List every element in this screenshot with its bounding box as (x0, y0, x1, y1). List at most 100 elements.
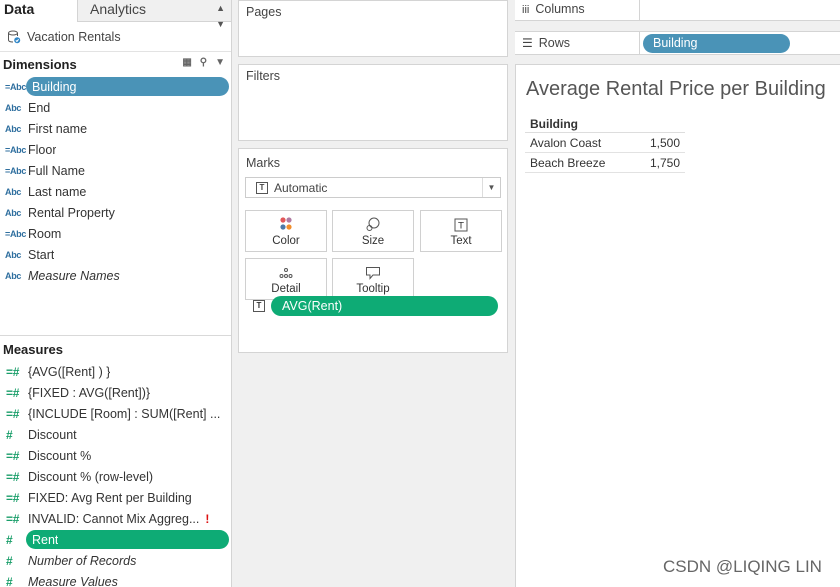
rows-shelf: ☰ Rows Building (515, 31, 840, 55)
chevron-down-icon[interactable]: ▼ (482, 178, 500, 197)
dimension-floor[interactable]: =Abc Floor (0, 139, 231, 160)
watermark: CSDN @LIQING LIN (663, 557, 822, 576)
string-type-icon: =Abc (5, 81, 27, 92)
dimensions-tools: ▦ ⚲ ▼ (182, 57, 225, 68)
field-label: First name (28, 121, 88, 136)
table-row[interactable]: Avalon Coast 1,500 (525, 133, 685, 153)
pages-card[interactable]: Pages (238, 0, 508, 57)
size-button[interactable]: Size (332, 210, 414, 252)
measure-rent[interactable]: # Rent (0, 529, 231, 550)
marks-title: Marks (246, 156, 281, 170)
detail-button[interactable]: Detail (245, 258, 327, 300)
dimension-measure-names[interactable]: Abc Measure Names (0, 265, 231, 286)
search-icon[interactable]: ⚲ (200, 57, 207, 68)
sort-caret-icon[interactable]: ▲ ▼ (216, 0, 225, 32)
row-header-building[interactable]: Avalon Coast (525, 136, 625, 150)
dimension-end[interactable]: Abc End (0, 97, 231, 118)
view-title[interactable]: Average Rental Price per Building (526, 78, 826, 101)
dimension-building[interactable]: =Abc Building (0, 76, 231, 97)
rows-drop-zone[interactable]: Building (640, 32, 840, 54)
measure-fixed-avg-rent-per-building[interactable]: =# FIXED: Avg Rent per Building (0, 487, 231, 508)
field-label: Rental Property (28, 205, 115, 220)
field-label: Last name (28, 184, 87, 199)
field-label: Discount % (row-level) (28, 469, 154, 484)
avg-rent-value[interactable]: 1,750 (625, 156, 685, 170)
measure-number-of-records[interactable]: # Number of Records (0, 550, 231, 571)
measure-measure-values[interactable]: # Measure Values (0, 571, 231, 587)
measure-fixed-avg-rent[interactable]: =# {FIXED : AVG([Rent])} (0, 382, 231, 403)
text-mark-icon: T (256, 181, 268, 194)
text-button[interactable]: T Text (420, 210, 502, 252)
dimension-start[interactable]: Abc Start (0, 244, 231, 265)
measures-header: Measures (0, 337, 231, 361)
field-label: Floor (28, 142, 57, 157)
number-type-icon: =# (6, 406, 20, 421)
number-type-icon: =# (6, 490, 20, 505)
dimension-room[interactable]: =Abc Room (0, 223, 231, 244)
avg-rent-value[interactable]: 1,500 (625, 136, 685, 150)
building-rows-pill[interactable]: Building (643, 34, 790, 53)
view-list-icon[interactable]: ▦ (182, 57, 191, 68)
warning-icon[interactable]: ! (205, 512, 209, 526)
table-header-building[interactable]: Building (525, 115, 685, 133)
string-type-icon: =Abc (5, 228, 27, 239)
field-label: Start (28, 247, 55, 262)
dimensions-title: Dimensions (3, 56, 77, 72)
text-icon: T (421, 211, 501, 232)
dimension-first-name[interactable]: Abc First name (0, 118, 231, 139)
measure-discount[interactable]: # Discount (0, 424, 231, 445)
string-type-icon: =Abc (5, 144, 27, 155)
tooltip-icon (333, 259, 413, 280)
detail-label: Detail (271, 283, 301, 295)
filters-card[interactable]: Filters (238, 64, 508, 141)
avg-rent-pill[interactable]: AVG(Rent) (271, 296, 498, 316)
dimension-full-name[interactable]: =Abc Full Name (0, 160, 231, 181)
text-table: Building Avalon Coast 1,500 Beach Breeze 1,… (525, 115, 685, 173)
measure-include-room-sum-rent[interactable]: =# {INCLUDE [Room] : SUM([Rent] ... (0, 403, 231, 424)
number-type-icon: =# (6, 469, 20, 484)
measure-discount[interactable]: =# Discount % (0, 445, 231, 466)
menu-dropdown-icon[interactable]: ▼ (215, 57, 225, 68)
field-label: Building (32, 79, 77, 94)
string-type-icon: Abc (5, 123, 22, 134)
measure-discount-row-level[interactable]: =# Discount % (row-level) (0, 466, 231, 487)
measures-list: =# {AVG([Rent] ) } =# {FIXED : AVG([Rent])}… (0, 361, 231, 587)
color-button[interactable]: Color (245, 210, 327, 252)
columns-drop-zone[interactable] (640, 0, 840, 20)
svg-text:T: T (457, 222, 464, 232)
number-type-icon: =# (6, 385, 20, 400)
measure-avg-rent[interactable]: =# {AVG([Rent] ) } (0, 361, 231, 382)
tooltip-button[interactable]: Tooltip (332, 258, 414, 300)
color-label: Color (272, 235, 300, 247)
pane-divider[interactable] (0, 335, 231, 336)
mark-type-select[interactable]: T Automatic ▼ (245, 177, 501, 198)
detail-icon (246, 259, 326, 280)
field-label: Discount % (28, 448, 92, 463)
rows-label: ☰ Rows (522, 32, 640, 54)
dimension-rental-property[interactable]: Abc Rental Property (0, 202, 231, 223)
dimension-last-name[interactable]: Abc Last name (0, 181, 231, 202)
datasource-row[interactable]: Vacation Rentals (0, 22, 231, 52)
number-type-icon: =# (6, 448, 20, 463)
field-label: FIXED: Avg Rent per Building (28, 490, 192, 505)
field-label: {AVG([Rent] ) } (28, 364, 111, 379)
filters-title: Filters (246, 69, 281, 83)
tab-data[interactable]: Data (0, 0, 77, 22)
number-type-icon: # (6, 427, 13, 442)
tooltip-label: Tooltip (356, 283, 390, 295)
pane-tabs: Data Analytics ▲ ▼ (0, 0, 231, 29)
table-row[interactable]: Beach Breeze 1,750 (525, 153, 685, 173)
tab-analytics[interactable]: Analytics ▲ ▼ (77, 0, 231, 29)
measure-invalid-cannot-mix-aggreg[interactable]: =# INVALID: Cannot Mix Aggreg...! (0, 508, 231, 529)
encoding-row: T AVG(Rent) (250, 296, 498, 317)
string-type-icon: =Abc (5, 165, 27, 176)
dimensions-list: =Abc Building Abc End Abc First name =Abc Floor… (0, 76, 231, 366)
number-type-icon: # (6, 553, 13, 568)
field-label: Full Name (28, 163, 85, 178)
text-encoding-icon[interactable]: T (253, 300, 265, 312)
field-label: Measure Names (28, 268, 120, 283)
data-pane: Data Analytics ▲ ▼ Vacation Rentals Dimen… (0, 0, 232, 587)
size-label: Size (361, 235, 385, 247)
row-header-building[interactable]: Beach Breeze (525, 156, 625, 170)
marks-card: Marks T Automatic ▼ Color Size T Text De… (238, 148, 508, 353)
